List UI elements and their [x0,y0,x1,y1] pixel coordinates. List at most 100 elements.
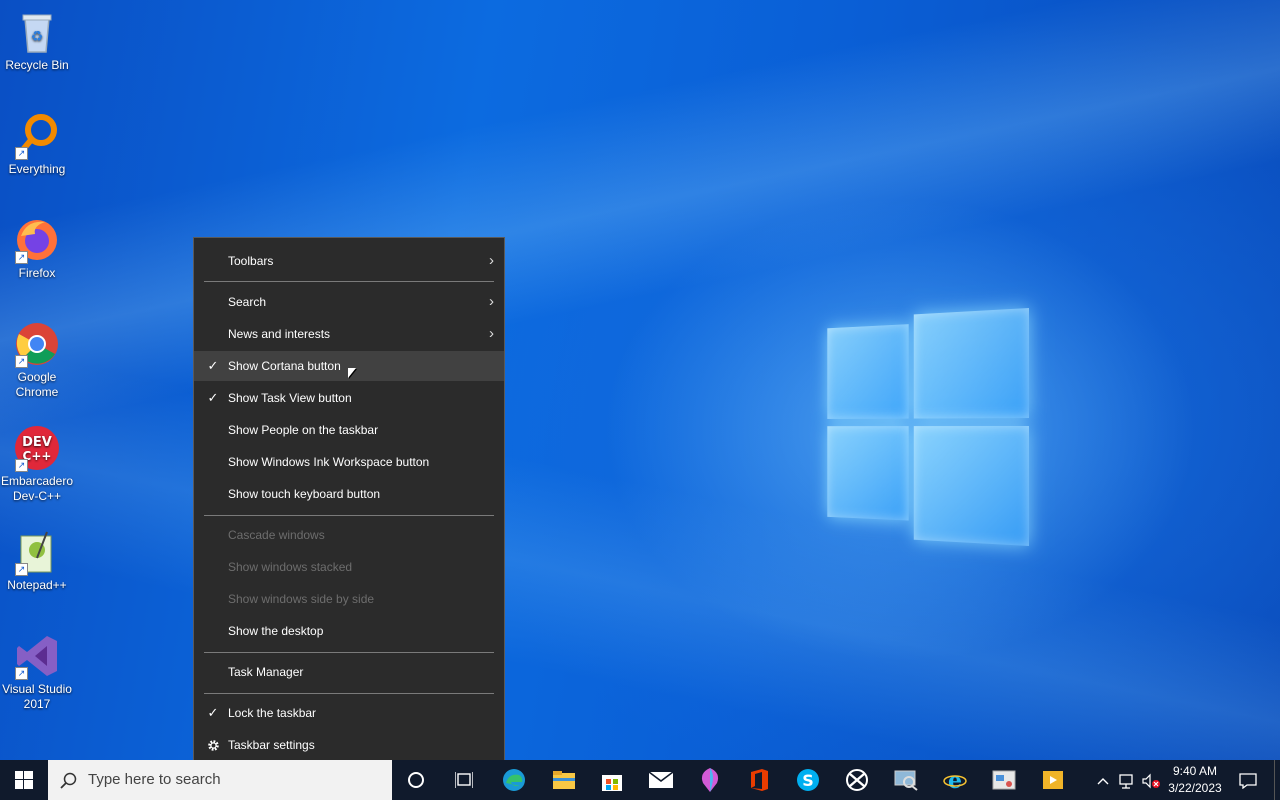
menu-item-taskbar-settings[interactable]: Taskbar settings [194,730,504,760]
action-center-button[interactable] [1234,760,1262,800]
skype-icon: S [797,769,819,791]
taskbar-snip[interactable] [980,760,1028,800]
menu-item-windows-side-by-side: Show windows side by side [228,592,375,606]
start-button[interactable] [0,760,48,800]
notification-icon [1239,772,1257,789]
taskbar-xbox[interactable] [833,760,881,800]
menu-separator [204,693,494,694]
wallpaper-light-beam [0,0,1280,760]
clock-time: 9:40 AM [1172,764,1218,778]
volume-muted-icon [1142,773,1160,789]
file-explorer-icon [553,771,575,789]
chevron-up-icon [1097,777,1109,785]
gear-icon [206,730,220,760]
show-desktop-button[interactable] [1274,760,1275,800]
desktop-icon-everything[interactable]: ↗ Everything [0,112,74,177]
desktop-icon-label: Notepad++ [7,578,67,592]
menu-item-news-and-interests[interactable]: News and interests › [194,319,504,349]
taskbar-video-player[interactable] [1029,760,1077,800]
menu-item-cascade-windows: Cascade windows [228,528,325,542]
desktop-icon-visual-studio[interactable]: ↗ Visual Studio 2017 [0,632,74,712]
chevron-right-icon: › [489,252,494,269]
volume-tray-button[interactable] [1140,760,1162,800]
firefox-icon: ↗ [13,216,61,264]
taskbar-paint3d[interactable] [686,760,734,800]
menu-item-search[interactable]: Search › [194,287,504,317]
visual-studio-icon: ↗ [13,632,61,680]
cortana-icon [408,772,424,788]
taskbar-edge[interactable] [490,760,538,800]
desktop-icon-chrome[interactable]: ↗ Google Chrome [0,320,74,400]
remote-desktop-icon [894,770,918,791]
video-player-icon [1043,771,1063,789]
notepadpp-icon: ↗ [13,528,61,576]
desktop-icon-notepadpp[interactable]: ↗ Notepad++ [0,528,74,593]
taskbar-clock[interactable]: 9:40 AM 3/22/2023 [1160,763,1230,797]
svg-text:DEV: DEV [22,435,52,450]
menu-item-show-task-view-button[interactable]: ✓ Show Task View button [194,383,504,413]
menu-item-show-people[interactable]: Show People on the taskbar [194,415,504,445]
taskbar-store[interactable] [588,760,636,800]
svg-text:e: e [948,768,962,792]
taskbar-search-box[interactable]: Type here to search [48,760,392,800]
cortana-button[interactable] [392,760,440,800]
menu-item-show-ink-workspace[interactable]: Show Windows Ink Workspace button [194,447,504,477]
chevron-right-icon: › [489,325,494,342]
taskbar-file-explorer[interactable] [540,760,588,800]
menu-item-show-touch-keyboard[interactable]: Show touch keyboard button [194,479,504,509]
clock-date: 3/22/2023 [1168,781,1222,795]
mail-icon [648,771,674,788]
menu-item-toolbars[interactable]: Toolbars › [194,246,504,276]
office-icon [751,769,768,791]
menu-separator [204,515,494,516]
task-view-icon [455,772,473,788]
desktop-icon-firefox[interactable]: ↗ Firefox [0,216,74,281]
taskbar-internet-explorer[interactable]: e [931,760,979,800]
desktop-icon-label: Recycle Bin [5,58,69,72]
network-tray-button[interactable] [1116,760,1138,800]
chevron-right-icon: › [489,293,494,310]
xbox-icon [846,769,868,791]
checkmark-icon: ✓ [207,358,219,373]
desktop-icon-label: Firefox [18,266,56,280]
windows-start-icon [15,771,33,789]
taskbar-office[interactable] [735,760,783,800]
desktop-icon-recycle-bin[interactable]: ♻ Recycle Bin [0,8,74,73]
svg-text:S: S [802,771,814,790]
show-hidden-icons-button[interactable] [1092,760,1114,800]
recycle-bin-icon: ♻ [13,8,61,56]
mouse-cursor [348,368,356,378]
chrome-icon: ↗ [13,320,61,368]
network-icon [1119,773,1133,789]
menu-separator [204,281,494,282]
edge-icon [503,769,525,791]
snip-icon [992,770,1016,790]
taskbar-skype[interactable]: S [784,760,832,800]
desktop-icon-devcpp[interactable]: DEV C++ ↗ Embarcadero Dev-C++ [0,424,74,504]
taskbar[interactable]: Type here to search S e 9:40 AM 3/22/202… [0,760,1280,800]
internet-explorer-icon: e [943,768,967,792]
store-icon [602,775,622,791]
windows-logo-wallpaper [827,308,1029,548]
taskbar-mail[interactable] [637,760,685,800]
desktop-icon-label: Visual Studio 2017 [2,682,72,711]
everything-search-icon: ↗ [13,112,61,160]
search-placeholder: Type here to search [88,771,221,788]
devcpp-icon: DEV C++ ↗ [13,424,61,472]
menu-item-show-desktop[interactable]: Show the desktop [194,616,504,646]
checkmark-icon: ✓ [207,390,219,405]
paint3d-icon [701,768,719,792]
menu-item-task-manager[interactable]: Task Manager [194,657,504,687]
checkmark-icon: ✓ [207,705,219,720]
taskbar-context-menu: Toolbars › Search › News and interests ›… [193,237,505,760]
desktop-icon-label: Embarcadero Dev-C++ [0,474,74,503]
taskbar-remote-desktop[interactable] [882,760,930,800]
desktop[interactable]: ♻ Recycle Bin ↗ Everything ↗ Firefox ↗ G… [0,0,1280,760]
menu-item-windows-stacked: Show windows stacked [228,560,353,574]
desktop-icon-label: Google Chrome [15,370,59,399]
menu-separator [204,652,494,653]
desktop-icon-label: Everything [8,162,66,176]
svg-text:♻: ♻ [31,29,44,45]
task-view-button[interactable] [440,760,488,800]
menu-item-lock-taskbar[interactable]: ✓ Lock the taskbar [194,698,504,728]
